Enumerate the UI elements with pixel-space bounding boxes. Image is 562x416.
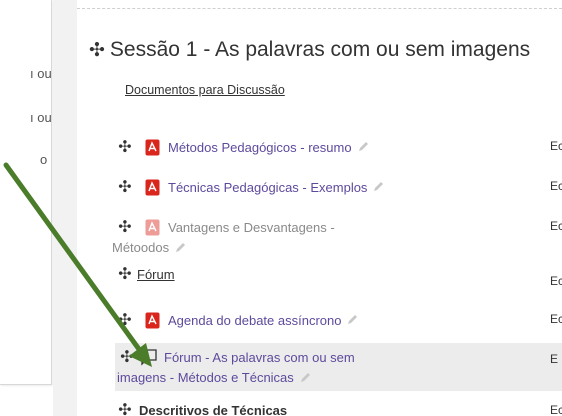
- activity-name[interactable]: Vantagens e Desvantagens -: [168, 220, 335, 235]
- label-link[interactable]: Descritivos de Técnicas: [139, 403, 287, 416]
- forum-icon: [139, 349, 157, 366]
- section-divider: [77, 8, 562, 9]
- move-icon[interactable]: ✣: [117, 400, 133, 416]
- edit-menu-fragment[interactable]: E: [550, 352, 558, 366]
- section-title-text: Sessão 1 - As palavras com ou sem imagen…: [109, 38, 531, 61]
- activity-row[interactable]: ✣ Métodos Pedagógicos - resumo: [117, 137, 562, 157]
- sidebar-text-fragment: ı ou: [30, 66, 52, 81]
- move-icon[interactable]: ✣: [117, 264, 133, 284]
- move-icon[interactable]: ✣: [117, 217, 133, 237]
- activity-name-continued[interactable]: Métoodos: [112, 240, 169, 255]
- activity-name[interactable]: Técnicas Pedagógicas - Exemplos: [168, 180, 367, 195]
- sidebar-text-fragment: ı ou: [30, 110, 52, 125]
- activity-name-continued[interactable]: imagens - Métodos e Técnicas: [117, 370, 294, 385]
- move-icon[interactable]: ✣: [117, 137, 133, 157]
- forum-link[interactable]: Fórum: [137, 267, 175, 282]
- edit-menu-fragment[interactable]: Ec: [550, 219, 562, 233]
- pdf-icon: [145, 219, 160, 235]
- course-section: ✣ Sessão 1 - As palavras com ou sem imag…: [77, 0, 562, 416]
- edit-menu-fragment[interactable]: Ec: [550, 312, 562, 326]
- activity-row-highlighted[interactable]: ✣ Fórum - As palavras com ou sem imagens…: [115, 343, 562, 391]
- activity-row[interactable]: ✣ Técnicas Pedagógicas - Exemplos: [117, 177, 562, 197]
- activity-name[interactable]: Métodos Pedagógicos - resumo: [168, 140, 352, 155]
- move-icon[interactable]: ✣: [117, 177, 133, 197]
- activity-row[interactable]: ✣ Agenda do debate assíncrono: [117, 310, 562, 330]
- section-title: ✣ Sessão 1 - As palavras com ou sem imag…: [89, 38, 530, 62]
- sidebar-text-fragment: o: [40, 152, 48, 167]
- edit-menu-fragment[interactable]: Ec: [550, 179, 562, 193]
- edit-menu-fragment[interactable]: Ec: [550, 274, 562, 288]
- edit-pencil-icon[interactable]: [174, 242, 186, 254]
- activity-row[interactable]: ✣ Vantagens e Desvantagens - Métoodos: [112, 217, 562, 255]
- gutter: [53, 0, 77, 416]
- activity-row[interactable]: ✣ Descritivos de Técnicas: [117, 400, 562, 416]
- documents-link[interactable]: Documentos para Discussão: [125, 83, 285, 97]
- pdf-icon: [145, 312, 160, 328]
- move-icon[interactable]: ✣: [89, 39, 105, 62]
- edit-menu-fragment[interactable]: Ec: [550, 139, 562, 153]
- edit-pencil-icon[interactable]: [346, 314, 358, 326]
- move-icon[interactable]: ✣: [119, 347, 135, 367]
- edit-menu-fragment[interactable]: Ec: [550, 403, 562, 416]
- move-icon[interactable]: ✣: [117, 310, 133, 330]
- pdf-icon: [145, 139, 160, 155]
- edit-pencil-icon[interactable]: [357, 141, 369, 153]
- activity-name[interactable]: Fórum - As palavras com ou sem: [164, 350, 355, 365]
- activity-name[interactable]: Agenda do debate assíncrono: [168, 313, 341, 328]
- activity-row[interactable]: ✣ Fórum: [117, 264, 562, 284]
- edit-pencil-icon[interactable]: [372, 181, 384, 193]
- edit-pencil-icon[interactable]: [299, 372, 311, 384]
- pdf-icon: [145, 179, 160, 195]
- left-sidebar: ı ou ı ou o: [0, 0, 52, 385]
